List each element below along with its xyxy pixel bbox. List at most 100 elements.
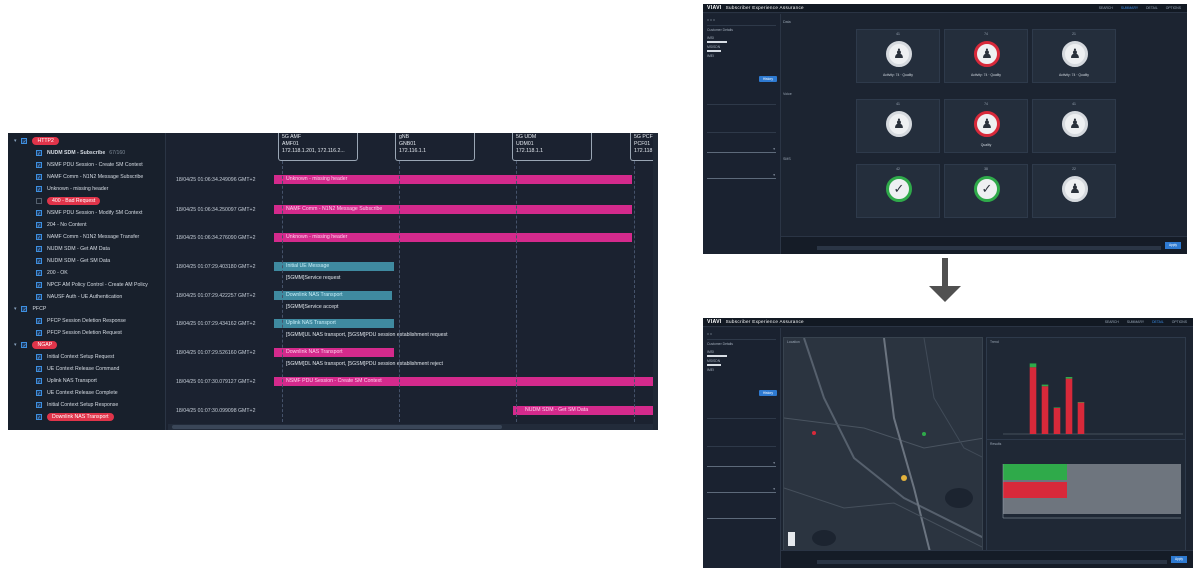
checkbox[interactable]: ✓: [36, 377, 42, 384]
message-arrow[interactable]: Initial UE Message: [274, 262, 394, 271]
tree-item[interactable]: ✓ NSMF PDU Session - Modify SM Context: [36, 209, 142, 218]
kpi-card[interactable]: 41 ♟ Activity: 74 · Quality: [856, 29, 940, 83]
caret-down-icon[interactable]: ▾: [14, 137, 20, 146]
checkbox[interactable]: ✓: [36, 257, 42, 264]
nav-options[interactable]: OPTIONS: [1172, 320, 1187, 324]
apply-button[interactable]: Apply: [1165, 242, 1181, 249]
tree-item[interactable]: ✓ NUDM SDM - Subscribe 67/160: [36, 149, 125, 158]
checkbox[interactable]: ✓: [36, 365, 42, 372]
checkbox[interactable]: ✓: [36, 269, 42, 276]
kpi-card[interactable]: 74 ♟ Quality: [944, 99, 1028, 153]
nav-detail[interactable]: DETAIL: [1146, 6, 1158, 10]
bar-calls-with-bad-result[interactable]: [1029, 363, 1037, 368]
tree-item[interactable]: ✓ Downlink NAS Transport: [36, 413, 114, 422]
checkbox[interactable]: ✓: [36, 401, 42, 408]
tree-group[interactable]: ▾ ✓ HTTP2: [14, 137, 59, 146]
history-button[interactable]: History: [759, 76, 777, 82]
message-arrow[interactable]: NSMF PDU Session - Create SM Context: [274, 377, 658, 386]
checkbox[interactable]: ✓: [36, 413, 42, 420]
tree-group[interactable]: ▾ ✓ PFCP: [14, 305, 46, 314]
category-select[interactable]: ▾: [707, 460, 776, 467]
technology-select[interactable]: ▾: [707, 172, 776, 179]
bar-calls-failed-result[interactable]: [1077, 402, 1085, 434]
tree-group[interactable]: ▾ ✓ NGAP: [14, 341, 58, 350]
checkbox[interactable]: ✓: [36, 293, 42, 300]
message-arrow[interactable]: NUDM SDM - Get SM Data: [513, 406, 658, 415]
message-arrow[interactable]: Uplink NAS Transport: [274, 319, 394, 328]
scroll-thumb[interactable]: [172, 425, 502, 429]
bar-calls-with-bad-result[interactable]: [1053, 407, 1061, 408]
tree-item[interactable]: ✓ Unknown - missing header: [36, 185, 108, 194]
timeline-rail[interactable]: [817, 560, 1167, 564]
checkbox[interactable]: ✓: [21, 341, 28, 348]
checkbox[interactable]: ✓: [36, 149, 42, 156]
nav-search[interactable]: SEARCH: [1105, 320, 1119, 324]
bar-calls-with-bad-result[interactable]: [1065, 377, 1073, 379]
tree-item[interactable]: ✓ NUDM SDM - Get AM Data: [36, 245, 110, 254]
nav-summary[interactable]: SUMMARY: [1127, 320, 1144, 324]
kpi-card[interactable]: 41 ♟: [1032, 99, 1116, 153]
checkbox[interactable]: [36, 197, 42, 204]
timeline-rail[interactable]: [817, 246, 1161, 250]
top-nav[interactable]: SEARCH SUMMARY DETAIL OPTIONS: [1091, 6, 1181, 10]
tree-item[interactable]: ✓ NSMF PDU Session - Create SM Context: [36, 161, 143, 170]
checkbox[interactable]: ✓: [36, 221, 42, 228]
message-arrow[interactable]: Downlink NAS Transport: [274, 348, 394, 357]
checkbox[interactable]: ✓: [36, 233, 42, 240]
checkbox[interactable]: ✓: [36, 281, 42, 288]
checkbox[interactable]: ✓: [36, 209, 42, 216]
bar-calls-with-bad-result[interactable]: [1041, 384, 1049, 387]
kpi-card[interactable]: 22 ♟: [1032, 164, 1116, 218]
message-arrow[interactable]: Unknown - missing header: [274, 175, 632, 184]
message-arrow[interactable]: Downlink NAS Transport: [274, 291, 392, 300]
bar-calls-failed-result[interactable]: [1065, 378, 1073, 434]
checkbox[interactable]: ✓: [36, 389, 42, 396]
timeline-bar[interactable]: Apply: [781, 236, 1187, 254]
tree-item[interactable]: ✓ NPCF AM Policy Control - Create AM Poli…: [36, 281, 148, 290]
nav-summary[interactable]: SUMMARY: [1121, 6, 1138, 10]
checkbox[interactable]: ✓: [36, 317, 42, 324]
tree-item[interactable]: ✓ PFCP Session Deletion Request: [36, 329, 122, 338]
location-map[interactable]: Location: [783, 337, 983, 567]
checkbox[interactable]: ✓: [21, 137, 28, 144]
bar-calls-failed-result[interactable]: [1053, 407, 1061, 434]
nav-search[interactable]: SEARCH: [1099, 6, 1113, 10]
tree-item[interactable]: ✓ 204 - No Content: [36, 221, 87, 230]
tree-item[interactable]: ✓ NAMF Comm - N1N2 Message Transfer: [36, 233, 139, 242]
vertical-scrollbar[interactable]: [653, 133, 658, 430]
tree-item[interactable]: ✓ NAMF Comm - N1N2 Message Subscribe: [36, 173, 143, 182]
message-arrow[interactable]: NAMF Comm - N1N2 Message Subscribe: [274, 205, 632, 214]
checkbox[interactable]: ✓: [36, 185, 42, 192]
nav-options[interactable]: OPTIONS: [1166, 6, 1181, 10]
category-select[interactable]: ▾: [707, 146, 776, 153]
checkbox[interactable]: ✓: [36, 329, 42, 336]
tree-item[interactable]: 400 - Bad Request: [36, 197, 101, 206]
caret-down-icon[interactable]: ▾: [14, 305, 20, 314]
nav-detail[interactable]: DETAIL: [1152, 320, 1164, 324]
kpi-card[interactable]: 74 ♟ Activity: 74 · Quality: [944, 29, 1028, 83]
tree-item[interactable]: ✓ NAUSF Auth - UE Authentication: [36, 293, 122, 302]
bar-calls-failed-result[interactable]: [1029, 367, 1037, 434]
checkbox[interactable]: ✓: [36, 353, 42, 360]
technology-select[interactable]: ▾: [707, 486, 776, 493]
checkbox[interactable]: ✓: [36, 161, 42, 168]
time-select[interactable]: [707, 512, 776, 519]
tree-item[interactable]: ✓ Initial Context Setup Request: [36, 353, 114, 362]
message-arrow[interactable]: Unknown - missing header: [274, 233, 632, 242]
timeline-bar[interactable]: Apply: [781, 550, 1193, 568]
caret-down-icon[interactable]: ▾: [14, 341, 20, 350]
tree-item[interactable]: ✓ PFCP Session Deletion Response: [36, 317, 126, 326]
top-nav[interactable]: SEARCH SUMMARY DETAIL OPTIONS: [1097, 320, 1187, 324]
tree-item[interactable]: ✓ Initial Context Setup Response: [36, 401, 118, 410]
checkbox[interactable]: ✓: [36, 245, 42, 252]
checkbox[interactable]: ✓: [21, 305, 28, 312]
tree-item[interactable]: ✓ Uplink NAS Transport: [36, 377, 97, 386]
bar-calls-failed-result[interactable]: [1041, 386, 1049, 434]
tree-item[interactable]: ✓ UE Context Release Complete: [36, 389, 118, 398]
history-button[interactable]: History: [759, 390, 777, 396]
checkbox[interactable]: ✓: [36, 173, 42, 180]
tree-item[interactable]: ✓ UE Context Release Command: [36, 365, 119, 374]
horizontal-scrollbar[interactable]: [168, 424, 658, 430]
kpi-card[interactable]: 38 ✓: [944, 164, 1028, 218]
tree-item[interactable]: ✓ NUDM SDM - Get SM Data: [36, 257, 110, 266]
